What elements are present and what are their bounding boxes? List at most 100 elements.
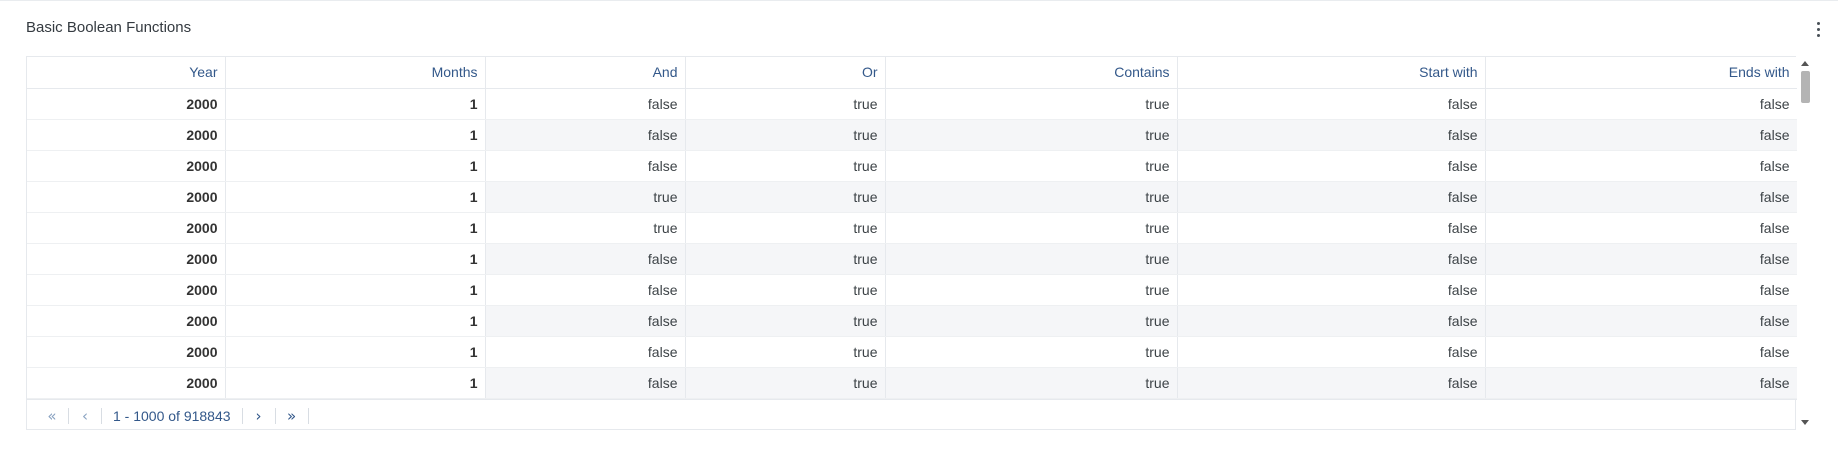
table-row[interactable]: 2000 1 false true true false false [27, 274, 1797, 306]
table-row[interactable]: 2000 1 false true true false false [27, 336, 1797, 368]
top-divider [0, 0, 1838, 1]
cell-or: true [685, 305, 886, 337]
column-header-ends-with[interactable]: Ends with [1485, 57, 1797, 89]
cell-and: false [485, 243, 686, 275]
cell-start-with: false [1177, 305, 1486, 337]
cell-year: 2000 [27, 243, 226, 275]
table-row[interactable]: 2000 1 false true true false false [27, 150, 1797, 182]
cell-contains: true [885, 305, 1178, 337]
cell-ends-with: false [1485, 181, 1797, 213]
last-page-icon[interactable]: » [281, 405, 303, 427]
cell-and: false [485, 336, 686, 368]
cell-start-with: false [1177, 336, 1486, 368]
cell-start-with: false [1177, 367, 1486, 399]
pager-divider [274, 407, 276, 424]
table-row[interactable]: 2000 1 false true true false false [27, 119, 1797, 151]
cell-contains: true [885, 150, 1178, 182]
header-row: Year Months And Or Contains Start with E… [27, 57, 1797, 89]
cell-and: true [485, 212, 686, 244]
next-page-icon[interactable]: › [248, 405, 270, 427]
cell-and: false [485, 367, 686, 399]
cell-ends-with: false [1485, 305, 1797, 337]
scroll-up-arrow-icon[interactable] [1801, 61, 1809, 66]
cell-months: 1 [225, 243, 486, 275]
column-header-months[interactable]: Months [225, 57, 486, 89]
cell-year: 2000 [27, 367, 226, 399]
column-header-year[interactable]: Year [27, 57, 226, 89]
table-grid: Year Months And Or Contains Start with E… [27, 57, 1797, 399]
data-table: Year Months And Or Contains Start with E… [26, 56, 1812, 431]
cell-year: 2000 [27, 305, 226, 337]
cell-or: true [685, 119, 886, 151]
scrollbar-thumb[interactable] [1801, 71, 1810, 103]
pager-divider [68, 407, 69, 424]
cell-months: 1 [225, 119, 486, 151]
cell-and: false [485, 150, 686, 182]
table-row[interactable]: 2000 1 true true true false false [27, 212, 1797, 244]
cell-year: 2000 [27, 88, 226, 120]
cell-year: 2000 [27, 181, 226, 213]
cell-or: true [685, 367, 886, 399]
pager-divider [101, 407, 102, 424]
cell-and: false [485, 305, 686, 337]
cell-months: 1 [225, 336, 486, 368]
cell-ends-with: false [1485, 367, 1797, 399]
table-row[interactable]: 2000 1 false true true false false [27, 88, 1797, 120]
table-row[interactable]: 2000 1 false true true false false [27, 367, 1797, 399]
cell-start-with: false [1177, 88, 1486, 120]
cell-or: true [685, 336, 886, 368]
cell-contains: true [885, 181, 1178, 213]
cell-months: 1 [225, 150, 486, 182]
cell-start-with: false [1177, 243, 1486, 275]
first-page-icon[interactable]: « [41, 405, 63, 427]
cell-contains: true [885, 367, 1178, 399]
cell-and: false [485, 274, 686, 306]
cell-or: true [685, 212, 886, 244]
kebab-menu-icon[interactable] [1810, 19, 1826, 39]
cell-contains: true [885, 119, 1178, 151]
cell-ends-with: false [1485, 243, 1797, 275]
cell-contains: true [885, 212, 1178, 244]
column-header-or[interactable]: Or [685, 57, 886, 89]
cell-contains: true [885, 274, 1178, 306]
table-row[interactable]: 2000 1 false true true false false [27, 243, 1797, 275]
cell-ends-with: false [1485, 88, 1797, 120]
cell-year: 2000 [27, 212, 226, 244]
pagination-bar: « ‹ 1 - 1000 of 918843 › » [27, 399, 1797, 431]
cell-contains: true [885, 336, 1178, 368]
cell-months: 1 [225, 212, 486, 244]
cell-and: true [485, 181, 686, 213]
cell-year: 2000 [27, 274, 226, 306]
column-header-start-with[interactable]: Start with [1177, 57, 1486, 89]
scroll-down-arrow-icon[interactable] [1801, 420, 1809, 425]
cell-ends-with: false [1485, 212, 1797, 244]
cell-or: true [685, 274, 886, 306]
cell-months: 1 [225, 305, 486, 337]
cell-and: false [485, 88, 686, 120]
cell-start-with: false [1177, 274, 1486, 306]
cell-start-with: false [1177, 181, 1486, 213]
cell-or: true [685, 150, 886, 182]
cell-months: 1 [225, 181, 486, 213]
cell-contains: true [885, 88, 1178, 120]
prev-page-icon[interactable]: ‹ [74, 405, 96, 427]
column-header-contains[interactable]: Contains [885, 57, 1178, 89]
table-row[interactable]: 2000 1 true true true false false [27, 181, 1797, 213]
cell-start-with: false [1177, 212, 1486, 244]
cell-year: 2000 [27, 119, 226, 151]
cell-or: true [685, 88, 886, 120]
cell-months: 1 [225, 367, 486, 399]
pager-divider [307, 407, 309, 424]
cell-contains: true [885, 243, 1178, 275]
cell-start-with: false [1177, 150, 1486, 182]
column-header-and[interactable]: And [485, 57, 686, 89]
cell-start-with: false [1177, 119, 1486, 151]
page-range-label: 1 - 1000 of 918843 [113, 407, 231, 424]
cell-months: 1 [225, 274, 486, 306]
panel-title: Basic Boolean Functions [26, 19, 192, 36]
vertical-scrollbar[interactable] [1798, 57, 1812, 431]
cell-or: true [685, 243, 886, 275]
table-row[interactable]: 2000 1 false true true false false [27, 305, 1797, 337]
cell-ends-with: false [1485, 336, 1797, 368]
pager-divider [241, 407, 243, 424]
